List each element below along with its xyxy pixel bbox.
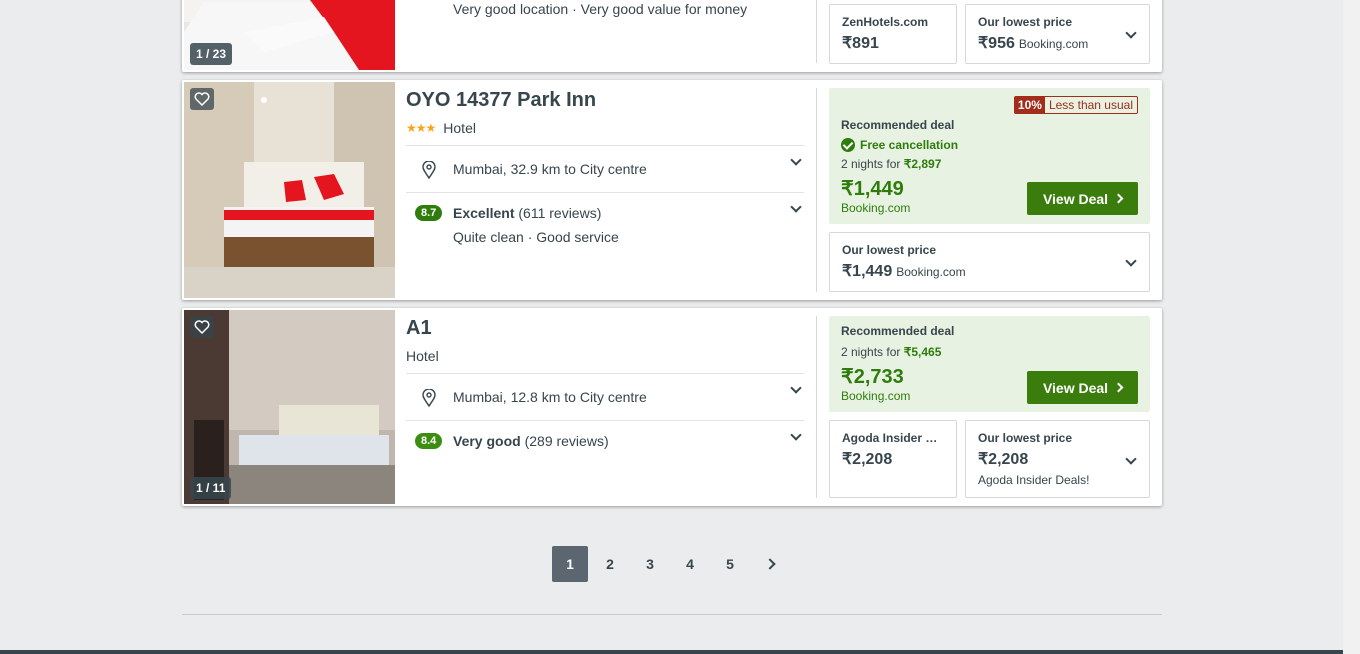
lowest-price-label: Our lowest price [978,15,1073,29]
chevron-down-icon[interactable] [790,154,802,166]
review-tags: Quite clean · Good service [453,229,619,245]
deal-label: Recommended deal [841,324,955,338]
location-text: Mumbai, 12.8 km to City centre [453,389,647,405]
star-rating: ★★★ [406,121,436,135]
chevron-right-icon [1113,193,1124,204]
lowest-price-value: ₹956 Booking.com [978,35,1089,52]
location-row[interactable]: Mumbai, 32.9 km to City centre [406,145,804,192]
chevron-down-icon[interactable] [1125,27,1137,39]
deal-provider: Booking.com [841,201,911,215]
rating-label: Very good [453,433,521,449]
price-box-zenhotels[interactable]: ZenHotels.com ₹891 [829,4,957,64]
location-pin-icon [422,389,436,407]
location-pin-icon [422,161,436,179]
deal-price: ₹2,733 [841,366,904,388]
rating-row[interactable]: 8.7 Excellent (611 reviews) Quite clean … [406,192,804,252]
price-box-agoda[interactable]: Agoda Insider Deals! ₹2,208 [829,420,957,498]
lowest-price-box[interactable]: Our lowest price ₹1,449 Booking.com [829,232,1150,292]
deal-provider: Booking.com [841,389,911,403]
check-circle-icon [841,138,855,152]
free-cancellation: Free cancellation [841,138,958,152]
card-divider [816,88,817,292]
page-5-button[interactable]: 5 [712,546,748,582]
heart-icon[interactable] [190,88,214,110]
provider-price: ₹891 [842,35,879,52]
hotel-name[interactable]: OYO 14377 Park Inn [406,89,804,112]
chevron-down-icon[interactable] [1125,453,1137,465]
chevron-down-icon[interactable] [1125,255,1137,267]
price-badge-percent: 10% [1014,97,1045,113]
hotel-photo[interactable] [184,82,395,298]
price-badge: 10% Less than usual [1013,96,1138,114]
hotel-photo-image [184,82,395,298]
rating-badge: 8.4 [415,433,443,449]
lowest-price-provider: Booking.com [1018,37,1089,51]
page-3-button[interactable]: 3 [632,546,668,582]
recommended-deal[interactable]: 10% Less than usual Recommended deal Fre… [829,88,1150,224]
accommodation-type: Hotel [406,348,439,364]
photo-counter: 1 / 23 [190,43,233,65]
hotel-name[interactable]: A1 [406,317,804,340]
card-divider [816,0,817,63]
view-deal-button[interactable]: View Deal [1027,371,1138,404]
nights-price: 2 nights for ₹2,897 [841,157,942,171]
footer-strip [0,650,1343,654]
page-1-button[interactable]: 1 [552,546,588,582]
heart-icon[interactable] [190,316,214,338]
lowest-price-label: Our lowest price [842,243,937,257]
hotel-photo[interactable]: 1 / 11 [184,310,395,504]
nights-price: 2 nights for ₹5,465 [841,345,942,359]
chevron-down-icon[interactable] [790,429,802,441]
lowest-price-box[interactable]: Our lowest price ₹2,208 Agoda Insider De… [965,420,1150,498]
pagination: 1 2 3 4 5 [552,546,788,582]
rating-row[interactable]: 8.4 Very good (289 reviews) [406,420,804,460]
chevron-down-icon[interactable] [790,201,802,213]
provider-price: ₹2,208 [842,451,893,468]
next-page-button[interactable] [752,546,788,582]
deal-price: ₹1,449 [841,178,904,200]
accommodation-type: Hotel [443,120,476,136]
location-text: Mumbai, 32.9 km to City centre [453,161,647,177]
lowest-price-box[interactable]: Our lowest price ₹956 Booking.com [965,4,1150,64]
card-divider [816,316,817,498]
view-deal-button[interactable]: View Deal [1027,182,1138,215]
hotel-photo-image [184,310,395,504]
review-count: (611 reviews) [518,205,602,221]
hotel-card: OYO 14377 Park Inn ★★★ Hotel Mumbai, 32.… [182,80,1162,300]
lowest-price-label: Our lowest price [978,431,1073,445]
provider-name: ZenHotels.com [842,15,929,29]
recommended-deal[interactable]: Recommended deal 2 nights for ₹5,465 ₹2,… [829,316,1150,412]
footer-divider [182,614,1162,615]
lowest-price-provider: Booking.com [896,265,966,279]
chevron-down-icon[interactable] [790,382,802,394]
provider-name: Agoda Insider Deals! [842,431,946,445]
page-4-button[interactable]: 4 [672,546,708,582]
hotel-photo[interactable]: 1 / 23 [184,0,395,70]
chevron-right-icon [1113,382,1124,393]
page-2-button[interactable]: 2 [592,546,628,582]
scrollbar[interactable] [1343,0,1360,654]
rating-badge: 8.7 [415,205,443,221]
rating-label: Excellent [453,205,515,221]
lowest-price-value: ₹2,208 [978,451,1029,468]
review-tags: Very good location · Very good value for… [453,1,748,17]
lowest-price-provider: Agoda Insider Deals! [978,473,1090,487]
hotel-card: 1 / 11 A1 Hotel Mumbai, 12.8 km to City … [182,308,1162,506]
deal-label: Recommended deal [841,118,955,132]
chevron-right-icon [764,558,776,570]
photo-counter: 1 / 11 [190,477,232,499]
lowest-price-value: ₹1,449 Booking.com [842,263,966,280]
location-row[interactable]: Mumbai, 12.8 km to City centre [406,373,804,420]
review-count: (289 reviews) [524,433,609,449]
hotel-card: 1 / 23 Very good location · Very good va… [182,0,1162,72]
price-badge-text: Less than usual [1048,98,1133,112]
